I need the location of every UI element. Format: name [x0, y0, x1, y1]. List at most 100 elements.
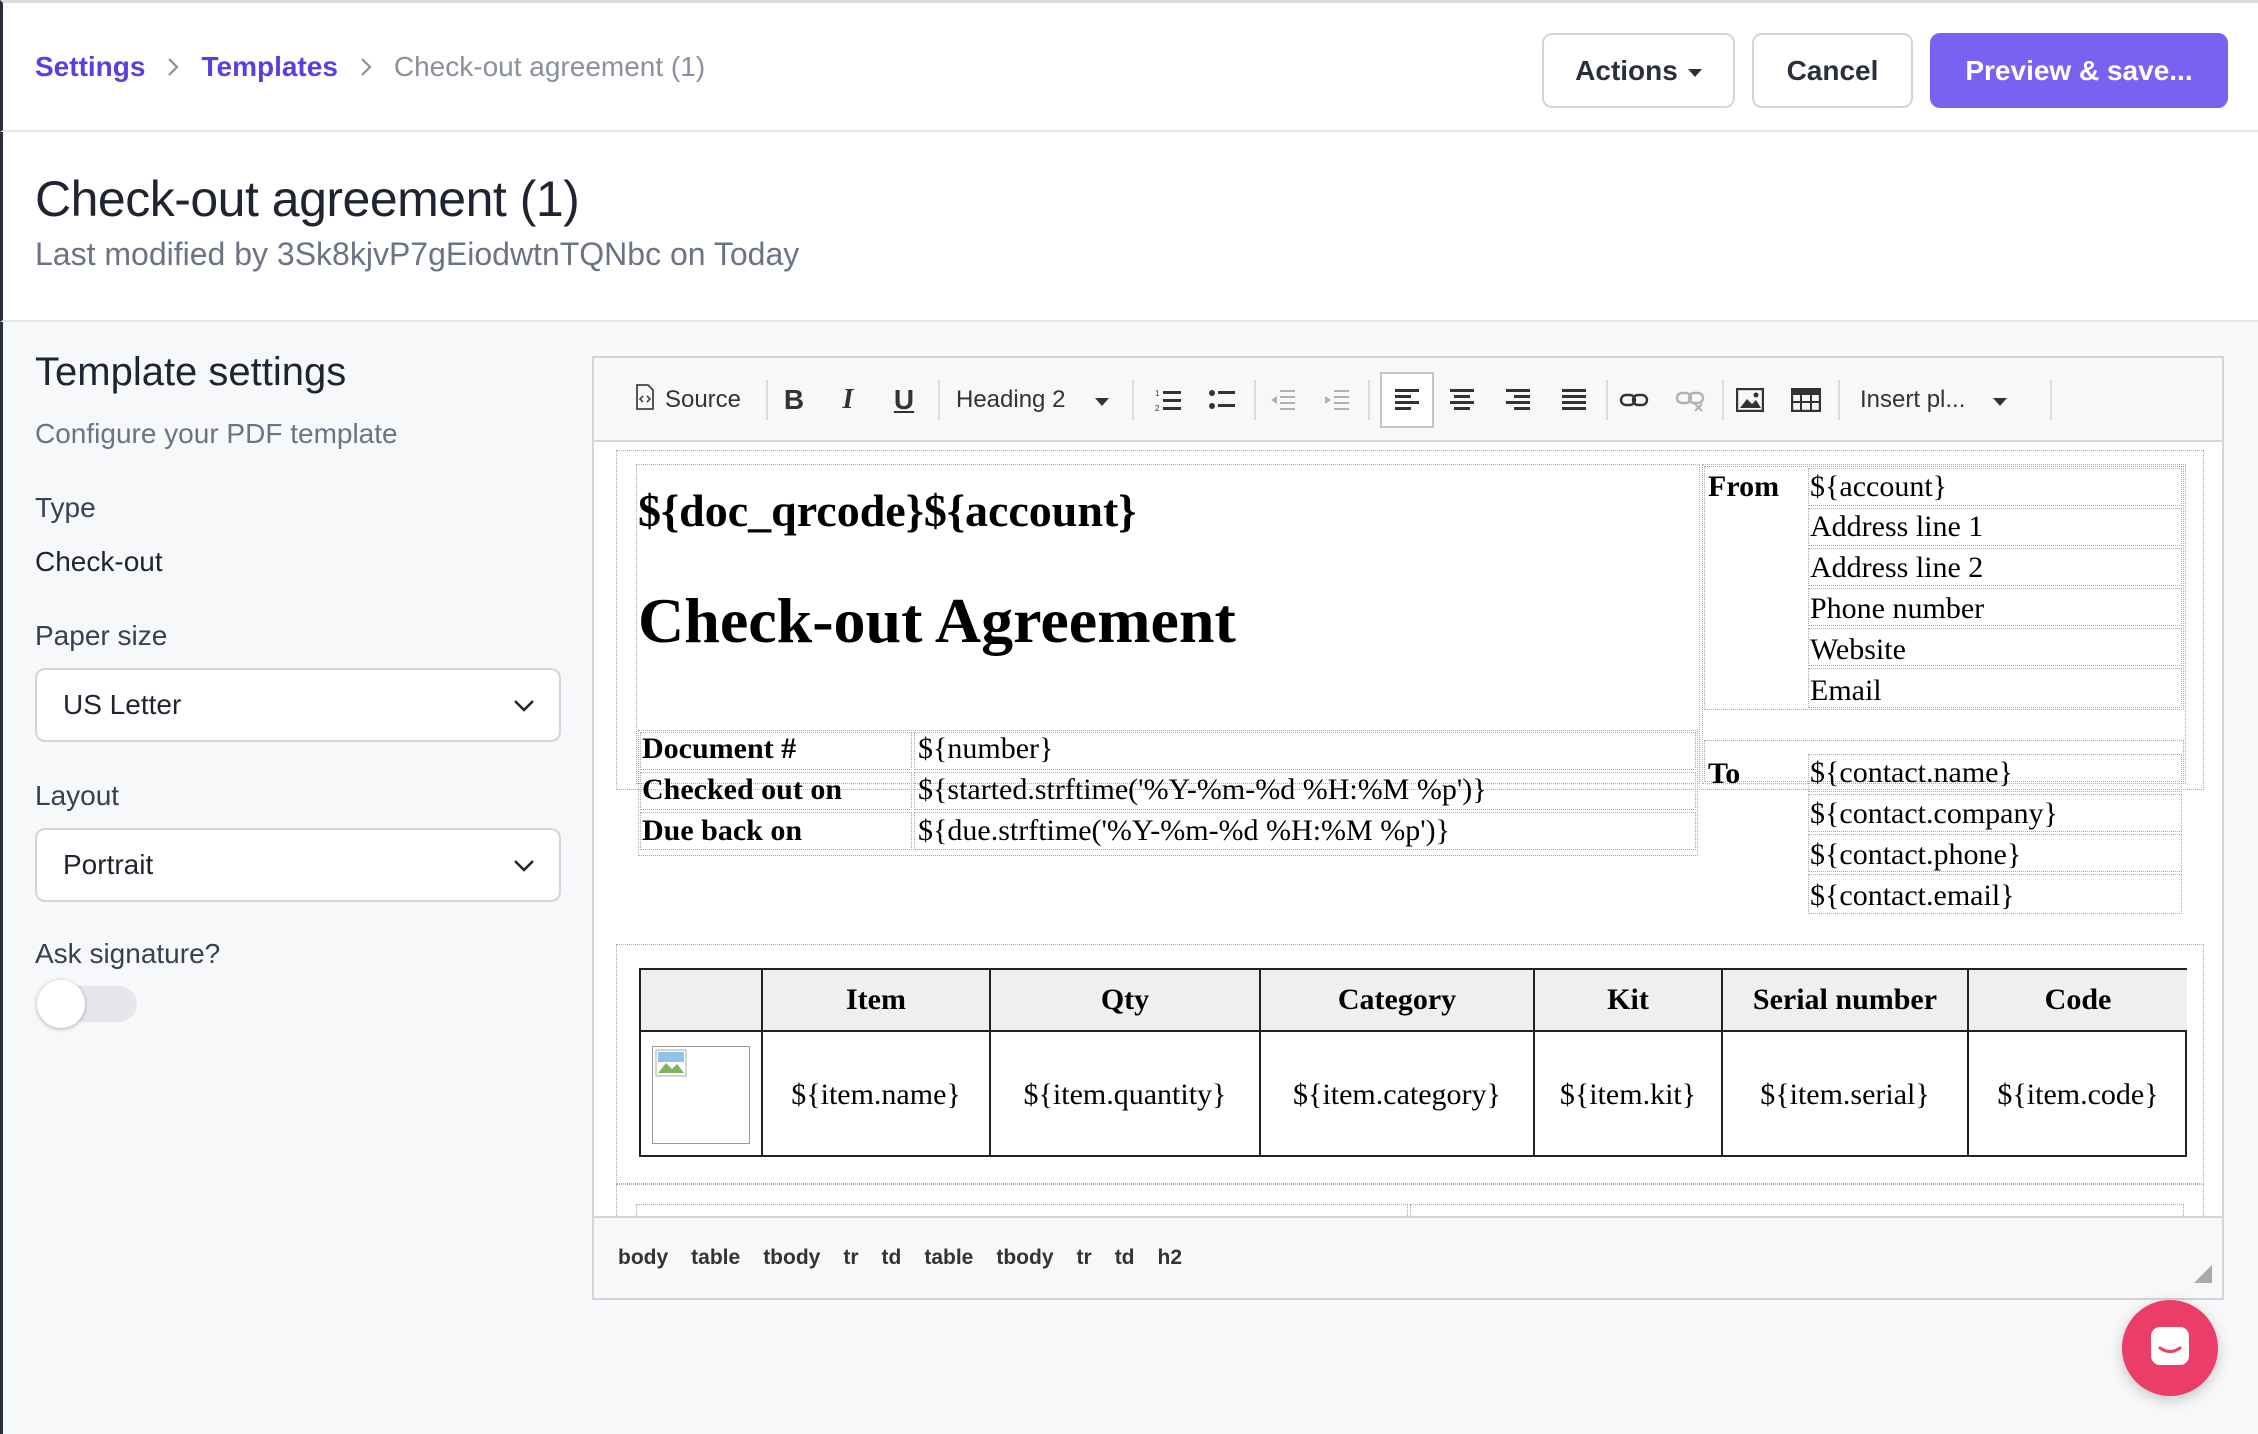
- item-serial-cell: ${item.serial}: [1723, 1030, 1969, 1157]
- path-item[interactable]: table: [924, 1246, 973, 1270]
- page-subtitle: Last modified by 3Sk8kjvP7gEiodwtnTQNbc …: [35, 236, 800, 272]
- breadcrumb-current: Check-out agreement (1): [393, 51, 706, 82]
- path-item[interactable]: td: [882, 1246, 902, 1270]
- toolbar-divider: [1838, 380, 1840, 420]
- align-right-icon[interactable]: [1496, 372, 1540, 428]
- item-image-cell: [641, 1030, 763, 1157]
- toolbar-divider: [2050, 380, 2052, 420]
- layout-select[interactable]: Portrait: [35, 828, 561, 902]
- chat-launcher-button[interactable]: [2122, 1300, 2218, 1396]
- meta-value: ${number}: [918, 732, 1054, 765]
- preview-save-label: Preview & save...: [1965, 54, 2193, 86]
- table-icon[interactable]: [1784, 372, 1828, 428]
- actions-button[interactable]: Actions: [1542, 33, 1735, 108]
- settings-title: Template settings: [35, 350, 347, 394]
- items-header-category: Category: [1261, 970, 1535, 1030]
- cancel-label: Cancel: [1786, 54, 1879, 86]
- breadcrumb: Settings Templates Check-out agreement (…: [35, 51, 705, 83]
- source-button[interactable]: Source: [618, 372, 758, 428]
- svg-text:1: 1: [1155, 389, 1160, 398]
- doc-header-line: ${doc_qrcode}${account}: [638, 485, 1137, 536]
- insert-placeholder-label: Insert pl...: [1860, 386, 1966, 413]
- align-justify-icon[interactable]: [1552, 372, 1596, 428]
- path-item[interactable]: tbody: [996, 1246, 1053, 1270]
- path-item[interactable]: tr: [843, 1246, 858, 1270]
- path-item[interactable]: body: [618, 1246, 668, 1270]
- from-line: Website: [1810, 633, 1906, 666]
- meta-label: Checked out on: [642, 773, 843, 806]
- image-icon[interactable]: [1728, 372, 1772, 428]
- source-icon: [635, 383, 655, 417]
- meta-label: Due back on: [642, 814, 803, 847]
- unlink-icon[interactable]: [1668, 372, 1712, 428]
- align-left-icon[interactable]: [1380, 372, 1434, 428]
- to-line: ${contact.phone}: [1810, 838, 2022, 871]
- settings-subtitle: Configure your PDF template: [35, 418, 398, 449]
- cancel-button[interactable]: Cancel: [1752, 33, 1913, 108]
- from-label: From: [1708, 470, 1780, 503]
- italic-icon[interactable]: I: [826, 372, 870, 428]
- item-category-cell: ${item.category}: [1261, 1030, 1535, 1157]
- breadcrumb-templates[interactable]: Templates: [201, 51, 337, 83]
- bulleted-list-icon[interactable]: [1200, 372, 1244, 428]
- insert-placeholder-select[interactable]: Insert pl...: [1848, 372, 2018, 428]
- align-center-icon[interactable]: [1440, 372, 1484, 428]
- from-line: ${account}: [1810, 470, 1948, 503]
- toolbar-divider: [1722, 380, 1724, 420]
- toolbar-divider: [1254, 380, 1256, 420]
- resize-handle-icon[interactable]: [2194, 1265, 2212, 1288]
- type-label: Type: [35, 492, 96, 523]
- format-select[interactable]: Heading 2: [946, 372, 1126, 428]
- actions-label: Actions: [1575, 54, 1678, 86]
- paper-size-select[interactable]: US Letter: [35, 668, 561, 742]
- to-line: ${contact.company}: [1810, 797, 2058, 830]
- path-item[interactable]: td: [1115, 1246, 1135, 1270]
- items-header-item: Item: [763, 970, 991, 1030]
- footer-left-cell: [636, 1204, 1408, 1216]
- type-value: Check-out: [35, 546, 163, 577]
- template-settings-panel: Template settings Configure your PDF tem…: [0, 322, 590, 1434]
- outdent-icon[interactable]: [1260, 372, 1304, 428]
- meta-value: ${due.strftime('%Y-%m-%d %H:%M %p')}: [918, 814, 1450, 847]
- item-qty-cell: ${item.quantity}: [991, 1030, 1261, 1157]
- element-path-bar: body table tbody tr td table tbody tr td…: [594, 1216, 2222, 1298]
- caret-down-icon: [1095, 398, 1110, 406]
- bold-icon[interactable]: B: [772, 372, 816, 428]
- numbered-list-icon[interactable]: 12: [1146, 372, 1190, 428]
- page-header: Check-out agreement (1) Last modified by…: [0, 132, 2258, 322]
- caret-down-icon: [1993, 398, 2008, 406]
- path-item[interactable]: tbody: [763, 1246, 820, 1270]
- preview-save-button[interactable]: Preview & save...: [1930, 33, 2228, 108]
- toolbar-divider: [938, 380, 940, 420]
- paper-size-value: US Letter: [63, 689, 182, 720]
- to-line: ${contact.name}: [1810, 756, 2013, 789]
- from-line: Phone number: [1810, 592, 1985, 625]
- chevron-right-icon: [153, 53, 193, 81]
- source-label: Source: [664, 386, 742, 413]
- items-header-kit: Kit: [1535, 970, 1723, 1030]
- path-item[interactable]: table: [691, 1246, 740, 1270]
- items-table: Item Qty Category Kit Serial number Code…: [639, 968, 2187, 1157]
- layout-value: Portrait: [63, 849, 154, 880]
- items-header-serial: Serial number: [1723, 970, 1969, 1030]
- chevron-down-icon: [511, 692, 537, 725]
- from-line: Email: [1810, 674, 1882, 707]
- page-title: Check-out agreement (1): [35, 171, 580, 227]
- document-canvas[interactable]: ${doc_qrcode}${account} Check-out Agreem…: [596, 444, 2220, 1216]
- path-item[interactable]: h2: [1158, 1246, 1183, 1270]
- link-icon[interactable]: [1612, 372, 1656, 428]
- signature-label: Ask signature?: [35, 938, 221, 969]
- items-header-code: Code: [1969, 970, 2187, 1030]
- underline-icon[interactable]: U: [882, 372, 926, 428]
- path-item[interactable]: tr: [1077, 1246, 1092, 1270]
- items-header-image: [641, 970, 763, 1030]
- footer-right-cell: [1410, 1204, 2184, 1216]
- to-label: To: [1708, 757, 1741, 790]
- breadcrumb-settings[interactable]: Settings: [35, 51, 145, 83]
- toolbar-divider: [1606, 380, 1608, 420]
- chat-icon: [2148, 1324, 2192, 1373]
- paper-size-label: Paper size: [35, 620, 168, 651]
- signature-toggle[interactable]: [37, 980, 137, 1028]
- indent-icon[interactable]: [1314, 372, 1358, 428]
- top-bar: Settings Templates Check-out agreement (…: [0, 0, 2258, 132]
